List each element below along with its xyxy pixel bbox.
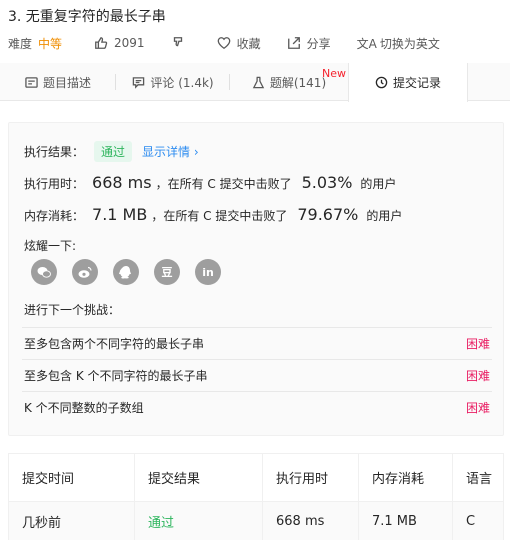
runtime-suffix: 的用户 [360,177,397,191]
table-header: 提交时间 提交结果 执行用时 内存消耗 语言 [9,454,503,502]
submission-result-link[interactable]: 通过 [135,502,263,540]
submission-runtime: 668 ms [263,502,359,540]
tab-label: 题目描述 [42,75,91,90]
submission-time: 几秒前 [9,502,135,540]
share-button[interactable]: 分享 [287,35,331,52]
submission-language: C [466,514,476,529]
heart-icon [217,37,230,50]
result-row: 执行结果： 通过 显示详情 › [24,141,199,162]
like-count: 2091 [114,36,145,50]
memory-label: 内存消耗： [24,209,85,223]
difficulty-value: 中等 [38,36,63,51]
runtime-row: 执行用时： 668 ms ，在所有 C 提交中击败了 5.03% 的用户 [24,173,396,192]
comment-icon [132,76,145,89]
memory-percentile: 79.67% [297,205,359,224]
description-icon [25,76,38,89]
show-details-link[interactable]: 显示详情 › [142,143,199,160]
challenge-item[interactable]: 至多包含两个不同字符的最长子串 困难 [22,327,492,359]
tab-label: 提交记录 [392,76,441,90]
tab-description[interactable]: 题目描述 [0,63,116,101]
memory-text: ，在所有 C 提交中击败了 [151,209,288,223]
column-header: 语言 [466,472,493,487]
favorite-label: 收藏 [236,36,261,51]
like-button[interactable]: 2091 [94,36,145,50]
challenge-item[interactable]: 至多包含 K 个不同字符的最长子串 困难 [22,359,492,391]
challenge-title: K 个不同整数的子数组 [24,401,144,415]
table-row[interactable]: 几秒前 通过 668 ms 7.1 MB C [9,502,503,540]
share-buttons: 豆 in [31,259,236,285]
runtime-text: ，在所有 C 提交中击败了 [155,177,292,191]
tab-comments[interactable]: 评论 (1.4k) [116,63,230,101]
tab-submissions[interactable]: 提交记录 [348,63,468,102]
submissions-table: 提交时间 提交结果 执行用时 内存消耗 语言 几秒前 通过 668 ms 7.1… [8,453,504,540]
thumbs-up-icon [95,37,108,49]
result-label: 执行结果： [24,145,85,159]
column-header: 执行用时 [263,454,359,501]
linkedin-icon[interactable]: in [195,259,221,285]
runtime-label: 执行用时： [24,177,85,191]
problem-tabs: 题目描述 评论 (1.4k) 题解(141) New 提交记录 [0,63,510,102]
tab-solutions[interactable]: 题解(141) New [230,63,348,101]
dislike-button[interactable] [171,36,191,50]
challenge-item[interactable]: K 个不同整数的子数组 困难 [22,391,492,423]
status-badge: 通过 [94,141,133,162]
wechat-icon[interactable] [31,259,57,285]
column-header: 提交时间 [9,454,135,501]
qq-icon[interactable] [113,259,139,285]
column-header: 内存消耗 [359,454,453,501]
share-row: 炫耀一下: [24,237,76,254]
challenge-title: 至多包含两个不同字符的最长子串 [24,337,205,351]
runtime-value: 668 ms [92,173,152,192]
problem-meta-bar: 难度 中等 2091 收藏 分享 文A 切换为英文 [8,33,440,53]
share-icon [287,37,300,49]
challenge-difficulty: 困难 [465,337,490,351]
challenge-difficulty: 困难 [465,401,490,415]
next-challenge-row: 进行下一个挑战： [24,301,120,318]
switch-language-button[interactable]: 文A 切换为英文 [357,35,440,52]
switch-language-label: 切换为英文 [379,36,440,51]
translate-icon: 文A [356,36,377,51]
douban-icon[interactable]: 豆 [154,259,180,285]
tab-label: 题解(141) [269,75,327,90]
clock-icon [375,76,388,89]
next-challenge-label: 进行下一个挑战： [24,303,121,317]
challenge-difficulty: 困难 [465,369,490,383]
share-label: 炫耀一下: [24,239,77,253]
runtime-percentile: 5.03% [301,173,353,192]
weibo-icon[interactable] [72,259,98,285]
share-label: 分享 [306,36,331,51]
flask-icon [252,76,265,89]
problem-title: 3. 无重复字符的最长子串 [8,9,166,25]
thumbs-down-icon [173,37,182,47]
tab-label: 评论 (1.4k) [150,75,214,90]
favorite-button[interactable]: 收藏 [217,35,261,52]
new-badge: New [322,67,346,80]
column-header: 提交结果 [135,454,263,501]
difficulty-label: 难度 [8,36,33,51]
submission-memory: 7.1 MB [359,502,453,540]
memory-suffix: 的用户 [366,209,403,223]
memory-value: 7.1 MB [92,205,148,224]
challenge-title: 至多包含 K 个不同字符的最长子串 [24,369,208,383]
submission-result-card: 执行结果： 通过 显示详情 › 执行用时： 668 ms ，在所有 C 提交中击… [8,122,504,436]
memory-row: 内存消耗： 7.1 MB ，在所有 C 提交中击败了 79.67% 的用户 [24,205,402,224]
